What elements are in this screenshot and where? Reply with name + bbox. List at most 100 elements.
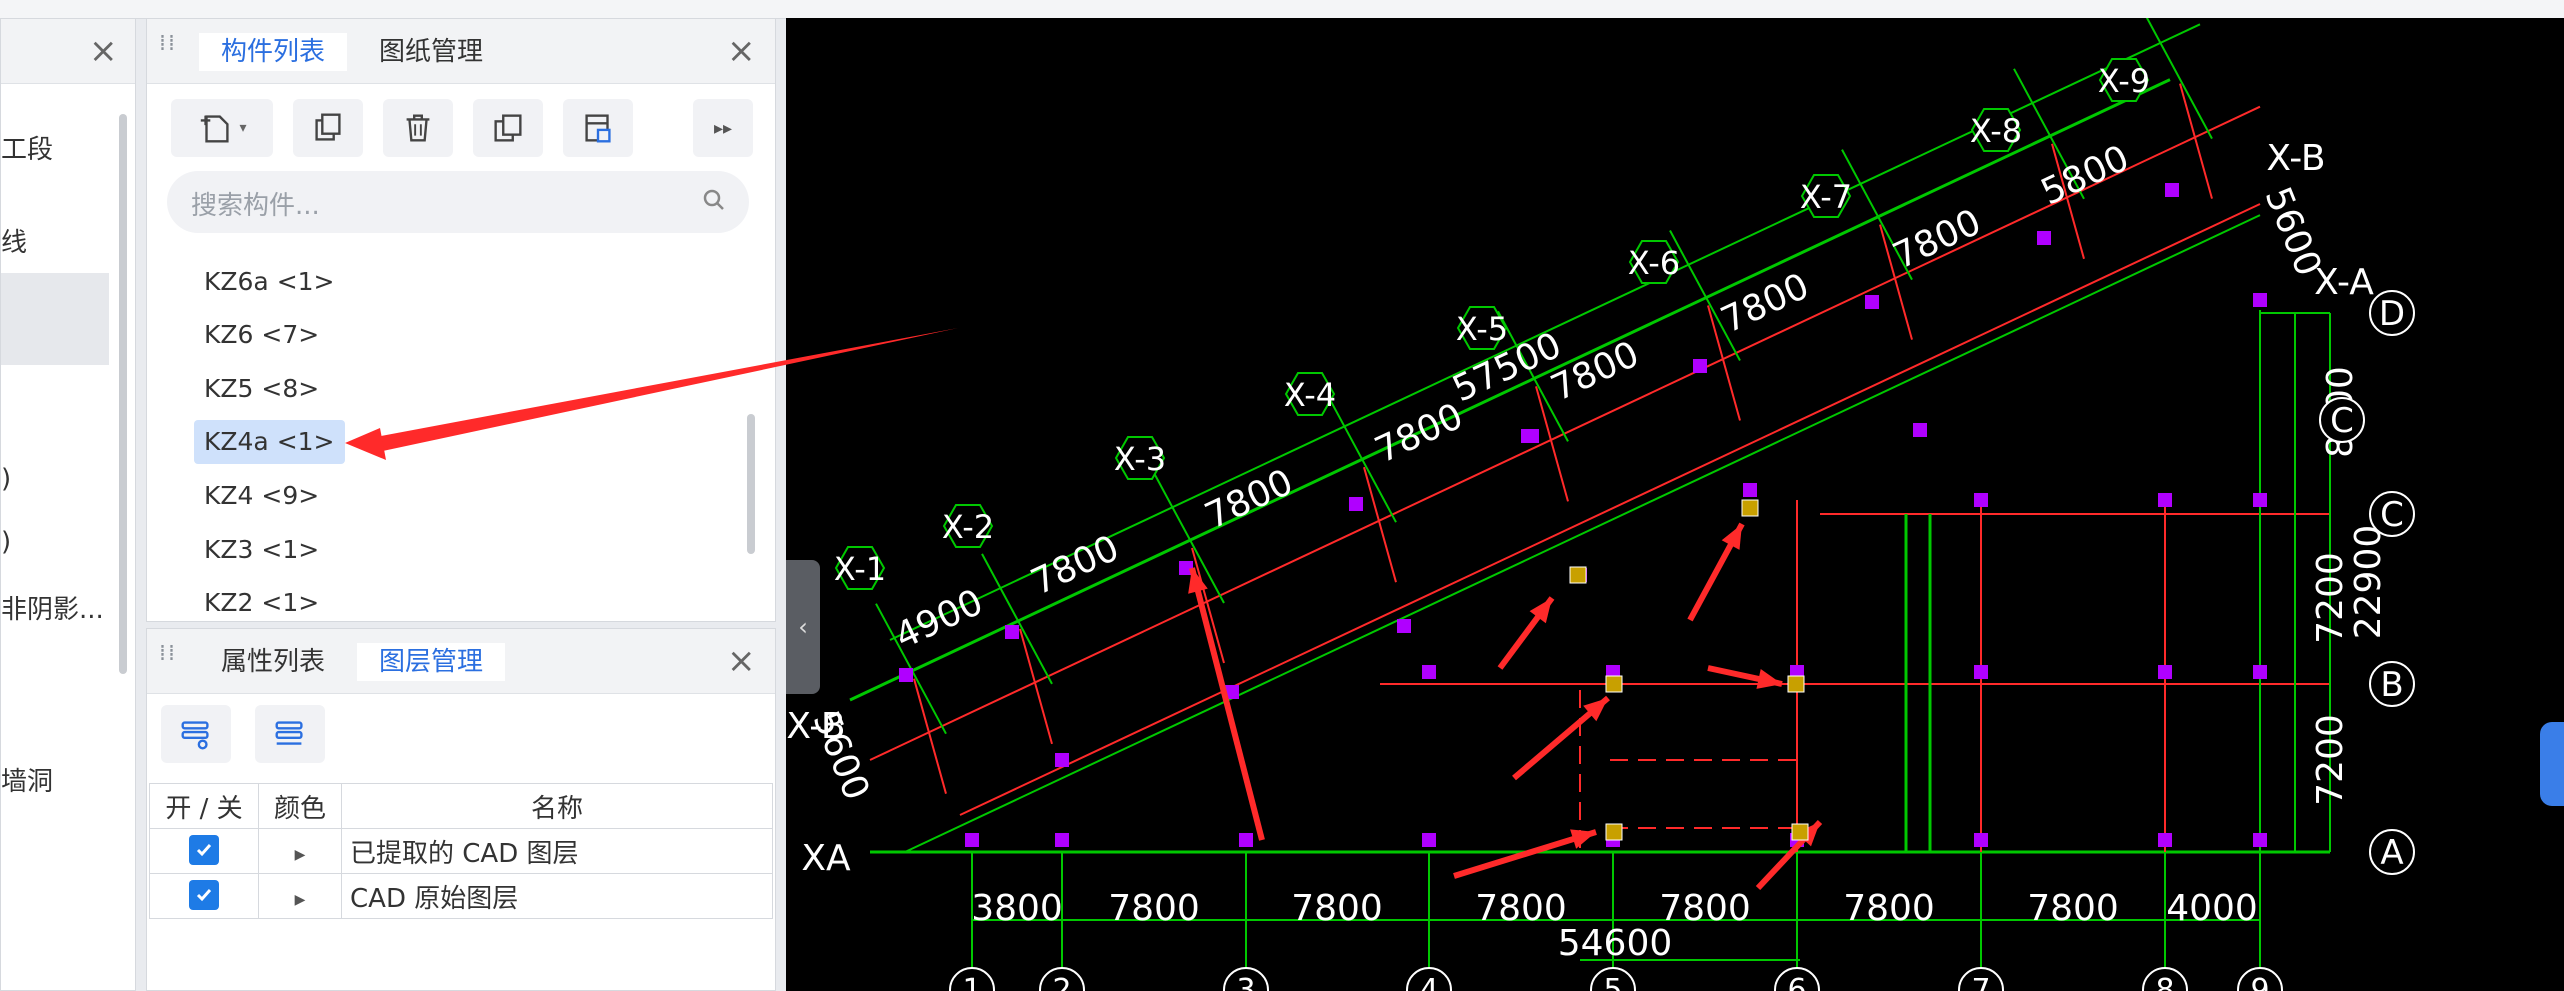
layers-hidden-icon: [275, 721, 303, 745]
component-search-box[interactable]: 搜索构件...: [167, 171, 749, 233]
slanted-dimension: 7800: [1887, 202, 1987, 278]
cad-canvas[interactable]: X-1 X-2 X-3 X-4 X-5 X-6 X-7 X-8 X-9 4900 7800 7800 7…: [786, 18, 2564, 991]
column-marker: [1525, 429, 1539, 443]
annotation-arrowhead: [1570, 829, 1596, 849]
column-marker: [1974, 833, 1988, 847]
component-item[interactable]: KZ4 <9>: [194, 474, 329, 518]
right-dimension: 22900: [2348, 525, 2389, 640]
column-marker: [1055, 753, 1069, 767]
column-marker: [1005, 625, 1019, 639]
selected-column-node: [1791, 823, 1809, 841]
column-marker: [899, 668, 913, 682]
row-axis-label: C: [2380, 495, 2404, 535]
component-item[interactable]: KZ6 <7>: [194, 313, 329, 357]
layer-row[interactable]: ▶ CAD 原始图层: [149, 873, 773, 919]
column-axis-label: 3: [1236, 973, 1255, 991]
copy-to-floor-button[interactable]: [473, 99, 543, 157]
layer-visible-checkbox[interactable]: [189, 835, 219, 865]
floating-assistant-button[interactable]: [2540, 722, 2564, 806]
column-axis-label: 7: [1971, 973, 1990, 991]
search-icon: [703, 189, 724, 210]
column-header: 名称: [341, 783, 773, 829]
slanted-dimension: 7800: [1545, 334, 1645, 410]
layer-tabbar: ⁞⁞ 属性列表 图层管理 ×: [147, 629, 775, 694]
slanted-dimension: 7800: [1025, 528, 1125, 604]
drag-handle-icon[interactable]: ⁞⁞: [159, 33, 177, 67]
column-marker: [1865, 295, 1879, 309]
left-nav-item[interactable]: 非阴影...: [1, 589, 104, 626]
row-axis-label: B: [2380, 665, 2403, 705]
left-nav-item[interactable]: ): [1, 464, 11, 494]
left-nav-selected-row[interactable]: [1, 273, 109, 365]
column-marker: [2165, 183, 2179, 197]
column-marker: [1913, 423, 1927, 437]
panel-collapse-handle[interactable]: ‹: [786, 560, 820, 694]
new-component-button[interactable]: ▾: [171, 99, 273, 157]
cad-line: [959, 203, 2261, 816]
component-item[interactable]: KZ3 <1>: [194, 528, 329, 572]
tab-property-list[interactable]: 属性列表: [199, 643, 347, 681]
show-layer-button[interactable]: [161, 705, 231, 763]
component-item[interactable]: KZ6a <1>: [194, 260, 345, 304]
delete-button[interactable]: [383, 99, 453, 157]
slanted-axis-label: X-9: [2098, 62, 2150, 100]
trash-icon: [406, 114, 430, 142]
column-marker: [1397, 619, 1411, 633]
checkmark-icon: [196, 844, 212, 857]
cad-drawing[interactable]: X-1 X-2 X-3 X-4 X-5 X-6 X-7 X-8 X-9 4900 7800 7800 7…: [786, 18, 2564, 991]
slanted-dimension: 7800: [1199, 462, 1299, 538]
more-button[interactable]: ▸▸: [693, 99, 753, 157]
layer-row[interactable]: ▶ 已提取的 CAD 图层: [149, 828, 773, 874]
column-marker: [1239, 833, 1253, 847]
hide-layer-button[interactable]: [255, 705, 325, 763]
slanted-axis-label: X-6: [1628, 244, 1680, 282]
side-axis-label: X-B: [786, 706, 845, 747]
copy-button[interactable]: [293, 99, 363, 157]
column-marker: [1349, 497, 1363, 511]
slanted-axis-label: X-2: [942, 508, 994, 546]
layer-panel: ⁞⁞ 属性列表 图层管理 × 开 / 关 颜色 名称 ▶ 已提取的 CAD 图层…: [146, 628, 776, 991]
column-marker: [1743, 483, 1757, 497]
left-nav-scrollbar[interactable]: [119, 114, 127, 674]
column-marker: [2037, 231, 2051, 245]
close-icon[interactable]: ×: [89, 31, 118, 71]
left-nav-item[interactable]: 工段: [1, 129, 53, 166]
tab-drawing-management[interactable]: 图纸管理: [357, 33, 505, 71]
layer-table-header: 开 / 关 颜色 名称: [149, 783, 773, 829]
left-nav-item[interactable]: 墙洞: [1, 761, 53, 798]
drag-handle-icon[interactable]: ⁞⁞: [159, 643, 177, 677]
layers-visible-icon: [181, 721, 209, 750]
column-axis-label: 2: [1052, 973, 1071, 991]
expand-arrow-icon[interactable]: ▶: [295, 847, 306, 863]
column-axis-label: 4: [1419, 973, 1438, 991]
component-item[interactable]: KZ5 <8>: [194, 367, 329, 411]
expand-arrow-icon[interactable]: ▶: [295, 892, 306, 908]
column-axis-label: 1: [962, 973, 981, 991]
component-item[interactable]: KZ2 <1>: [194, 581, 329, 625]
extract-button[interactable]: [563, 99, 633, 157]
column-marker: [1422, 665, 1436, 679]
column-axis-label: 6: [1787, 973, 1806, 991]
close-icon[interactable]: ×: [727, 641, 756, 681]
left-nav-item[interactable]: ): [1, 527, 11, 557]
close-icon[interactable]: ×: [727, 31, 756, 71]
bottom-dimension: 7800: [1291, 888, 1383, 929]
tab-component-list[interactable]: 构件列表: [199, 33, 348, 71]
chevron-down-icon[interactable]: ▾: [239, 120, 246, 136]
total-dimension: 54600: [1558, 923, 1673, 964]
row-axis-label: A: [2380, 833, 2403, 873]
left-nav-panel: × 工段 线 ) ) 非阴影... 墙洞: [0, 18, 136, 991]
column-marker: [2158, 665, 2172, 679]
left-nav-item[interactable]: 线: [1, 222, 27, 259]
cad-line: [1189, 567, 1265, 841]
tab-layer-management[interactable]: 图层管理: [357, 643, 506, 681]
layer-visible-checkbox[interactable]: [189, 880, 219, 910]
search-input[interactable]: 搜索构件...: [191, 185, 320, 222]
selected-column-node: [1605, 675, 1623, 693]
slanted-axis-label: X-5: [1456, 310, 1508, 348]
cad-line: [849, 78, 2171, 702]
column-marker: [1974, 493, 1988, 507]
checkmark-icon: [196, 889, 212, 902]
component-item-selected[interactable]: KZ4a <1>: [194, 420, 345, 464]
component-list-scrollbar[interactable]: [747, 414, 755, 554]
